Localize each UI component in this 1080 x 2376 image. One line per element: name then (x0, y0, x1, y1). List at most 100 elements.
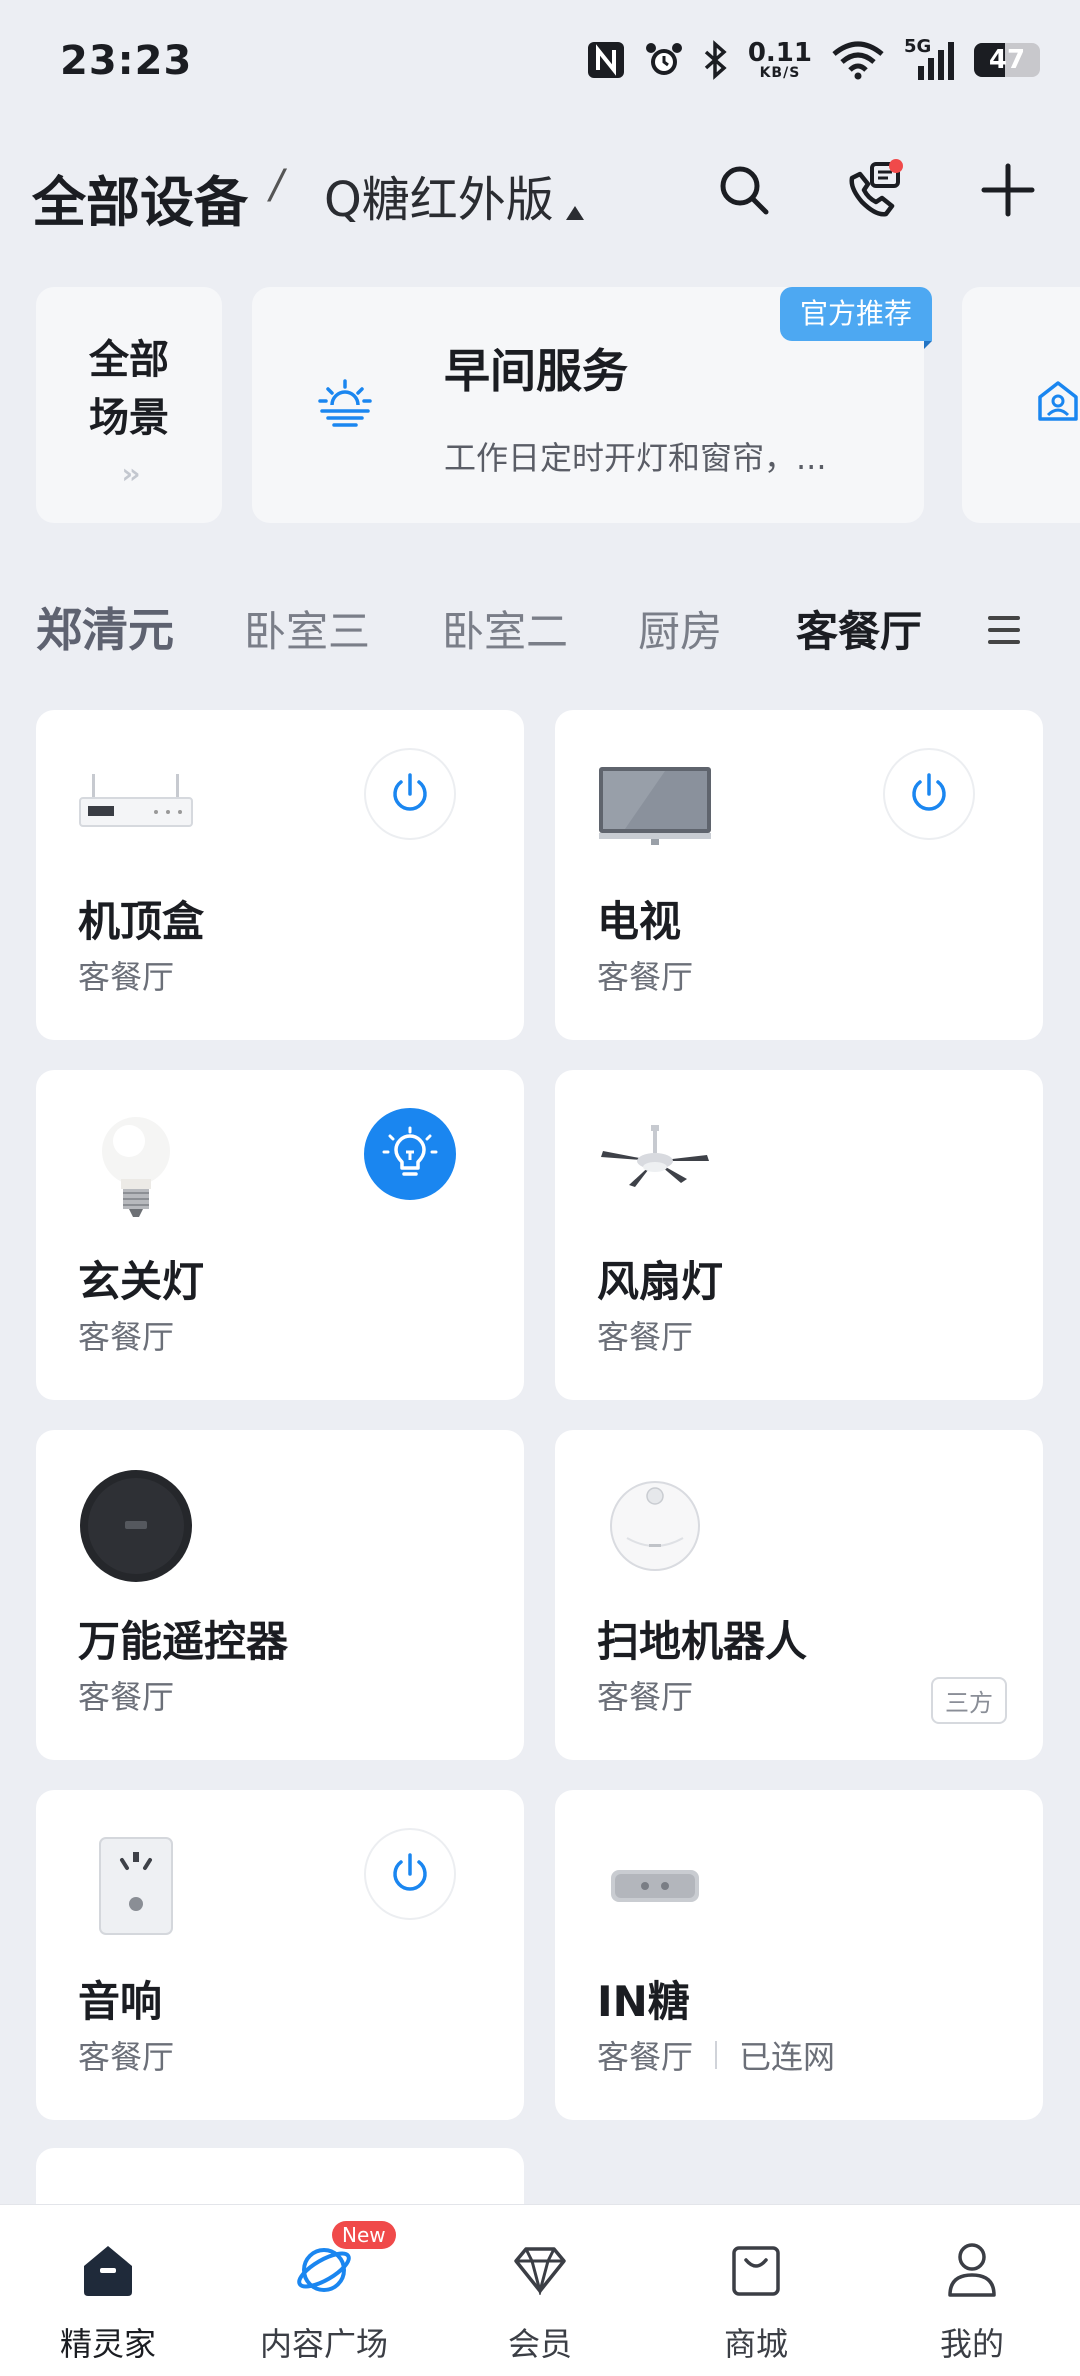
double-chevron-icon: ›› (121, 457, 140, 490)
device-card-speaker-plug[interactable]: 音响 客餐厅 (36, 1790, 524, 2120)
power-button[interactable] (364, 1828, 456, 1920)
power-icon (393, 1853, 427, 1891)
nav-home[interactable]: 精灵家 (0, 2235, 216, 2365)
wifi-icon (832, 41, 884, 80)
diamond-icon (514, 2247, 566, 2295)
divider (715, 2041, 718, 2069)
page-title: 全部设备 (32, 171, 248, 234)
planet-icon (297, 2248, 351, 2292)
device-room: 客餐厅 (597, 1318, 694, 1356)
user-icon (948, 2243, 996, 2297)
scene-card-morning[interactable]: 官方推荐 早间服务 工作日定时开灯和窗帘，... (252, 287, 932, 523)
bulb-on-icon (382, 1126, 438, 1176)
light-bulb-icon (76, 1106, 196, 1226)
device-card-robot-vacuum[interactable]: 扫地机器人 客餐厅 三方 (555, 1430, 1043, 1760)
status-time: 23:23 (60, 38, 193, 84)
add-device-button[interactable] (972, 154, 1044, 226)
nfc-icon (587, 42, 624, 78)
device-room: 客餐厅 (78, 958, 175, 996)
contact-service-button[interactable] (838, 154, 910, 226)
tv-icon (595, 746, 715, 866)
tab-living-dining[interactable]: 客餐厅 (796, 598, 922, 659)
status-icons: 0.11 KB/S 5G 47 (586, 36, 1040, 84)
power-icon (912, 773, 946, 811)
light-toggle-button[interactable] (364, 1108, 456, 1200)
smart-plug-icon (76, 1826, 196, 1946)
scene-description: 工作日定时开灯和窗帘，... (444, 439, 827, 477)
tab-bedroom-2[interactable]: 卧室二 (442, 598, 568, 659)
nav-home-label: 精灵家 (59, 2325, 156, 2363)
room-tabs: 郑清元 卧室三 卧室二 厨房 客餐厅 (0, 588, 1080, 668)
official-recommend-badge: 官方推荐 (779, 287, 932, 341)
nav-content-square-label: 内容广场 (259, 2325, 388, 2363)
set-top-box-icon (76, 746, 196, 866)
nav-member[interactable]: 会员 (432, 2235, 648, 2365)
dropdown-triangle-icon (565, 206, 584, 220)
room-menu-icon[interactable] (988, 616, 1020, 652)
device-room: 客餐厅 (597, 1678, 694, 1716)
robot-vacuum-icon (595, 1466, 715, 1586)
device-card-in-tang[interactable]: IN糖 客餐厅 已连网 (555, 1790, 1043, 2120)
home-icon (84, 2246, 132, 2296)
power-button[interactable] (883, 748, 975, 840)
device-card-universal-remote[interactable]: 万能遥控器 客餐厅 (36, 1430, 524, 1760)
tab-bedroom-3[interactable]: 卧室三 (244, 598, 370, 659)
new-badge: New (332, 2221, 396, 2249)
power-button[interactable] (364, 748, 456, 840)
all-scenes-button[interactable]: 全部 场景 ›› (36, 287, 222, 523)
all-scenes-label-line2: 场景 (89, 395, 169, 441)
net-speed: 0.11 KB/S (747, 38, 812, 81)
bluetooth-icon (704, 40, 727, 80)
device-name: 机顶盒 (78, 897, 205, 946)
app-header: 全部设备 / Q糖红外版 (0, 140, 1080, 240)
device-card-fan-light[interactable]: 风扇灯 客餐厅 (555, 1070, 1043, 1400)
scene-card-next[interactable] (962, 287, 1080, 523)
nav-mine-label: 我的 (939, 2325, 1004, 2363)
device-room: 客餐厅 已连网 (597, 2032, 835, 2078)
device-name: 玄关灯 (78, 1257, 205, 1306)
power-icon (393, 773, 427, 811)
device-room: 客餐厅 (78, 2038, 175, 2076)
plus-icon (981, 163, 1035, 217)
all-scenes-label-line1: 全部 (89, 337, 169, 383)
home-selector[interactable]: Q糖红外版 (324, 160, 584, 230)
nav-content-square[interactable]: New 内容广场 (216, 2221, 432, 2365)
cellular-signal-icon: 5G (904, 36, 956, 82)
device-name: 万能遥控器 (78, 1617, 289, 1666)
device-name: 音响 (78, 1977, 163, 2026)
nav-mine[interactable]: 我的 (864, 2235, 1080, 2365)
device-name: 电视 (597, 897, 682, 946)
device-room: 客餐厅 (78, 1318, 175, 1356)
device-room: 客餐厅 (78, 1678, 175, 1716)
title-separator: / (270, 162, 284, 208)
search-button[interactable] (708, 154, 780, 226)
phone-message-icon (849, 159, 903, 217)
scene-carousel: 全部 场景 ›› 官方推荐 早间服务 工作日定时开灯和窗帘，... (0, 287, 1080, 523)
device-name: 风扇灯 (597, 1257, 724, 1306)
status-bar: 23:23 0.11 KB/S 5G 47 (0, 0, 1080, 120)
device-card-set-top-box[interactable]: 机顶盒 客餐厅 (36, 710, 524, 1040)
nav-mall-label: 商城 (723, 2325, 788, 2363)
owner-name[interactable]: 郑清元 (36, 594, 174, 660)
device-room: 客餐厅 (597, 958, 694, 996)
device-card-tv[interactable]: 电视 客餐厅 (555, 710, 1043, 1040)
search-icon (720, 166, 769, 215)
device-name: IN糖 (597, 1977, 690, 2026)
nav-mall[interactable]: 商城 (648, 2235, 864, 2365)
bottom-nav: 精灵家 New 内容广场 会员 商城 我的 (0, 2204, 1080, 2376)
tab-kitchen[interactable]: 厨房 (638, 598, 722, 659)
home-name: Q糖红外版 (324, 172, 554, 228)
third-party-tag: 三方 (931, 1677, 1007, 1724)
sunrise-icon (318, 379, 372, 427)
universal-remote-icon (76, 1466, 196, 1586)
ceiling-fan-icon (595, 1106, 715, 1226)
alarm-icon (645, 43, 682, 75)
device-name: 扫地机器人 (597, 1617, 808, 1666)
battery-icon: 47 (974, 43, 1040, 77)
connection-status: 已连网 (739, 2038, 836, 2076)
in-tang-sensor-icon (595, 1826, 715, 1946)
home-user-icon (1038, 381, 1078, 421)
device-card-entry-light[interactable]: 玄关灯 客餐厅 (36, 1070, 524, 1400)
scene-name: 早间服务 (444, 344, 628, 398)
nav-member-label: 会员 (507, 2325, 572, 2363)
